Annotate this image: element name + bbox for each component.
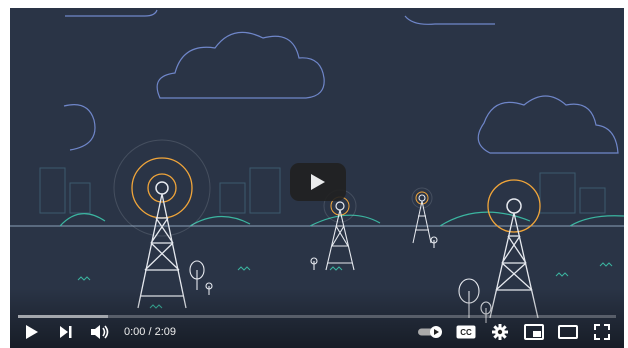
control-bar: 0:00 / 2:09 CC	[10, 316, 624, 348]
mute-button[interactable]	[86, 318, 114, 346]
play-icon	[311, 174, 325, 190]
settings-button[interactable]	[486, 318, 514, 346]
gear-icon	[492, 324, 508, 340]
autoplay-toggle-icon	[418, 326, 442, 338]
miniplayer-button[interactable]	[520, 318, 548, 346]
theater-mode-icon	[558, 325, 578, 339]
fullscreen-button[interactable]	[588, 318, 616, 346]
video-player[interactable]: 0:00 / 2:09 CC	[10, 8, 624, 348]
captions-icon: CC	[456, 325, 476, 339]
next-button[interactable]	[52, 318, 80, 346]
theater-mode-button[interactable]	[554, 318, 582, 346]
play-icon	[26, 325, 38, 339]
captions-label: CC	[460, 328, 472, 337]
large-play-button[interactable]	[290, 163, 346, 201]
miniplayer-icon	[524, 324, 544, 340]
captions-button[interactable]: CC	[452, 318, 480, 346]
skip-next-icon	[60, 326, 72, 338]
time-display: 0:00 / 2:09	[124, 326, 176, 338]
play-button[interactable]	[18, 318, 46, 346]
volume-icon	[91, 325, 109, 339]
fullscreen-icon	[594, 324, 610, 340]
autoplay-toggle[interactable]	[416, 318, 446, 346]
